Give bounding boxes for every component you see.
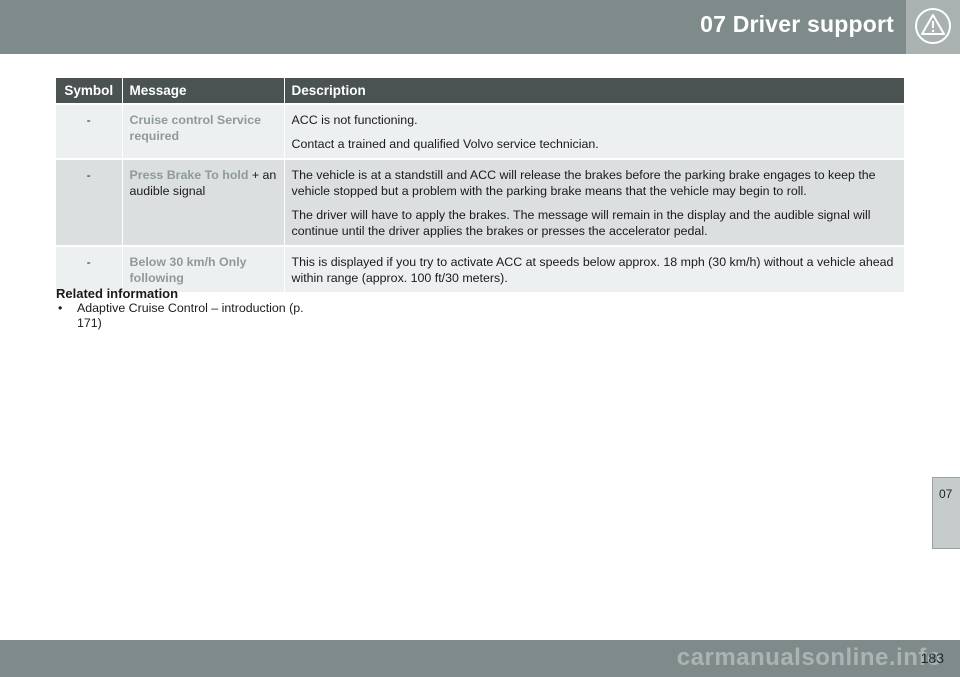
header-message: Message bbox=[122, 78, 285, 104]
symbol-cell: - bbox=[56, 103, 123, 159]
description-cell: ACC is not functioning. Contact a traine… bbox=[284, 103, 904, 159]
bullet-icon: • bbox=[58, 301, 63, 315]
message-cell: Cruise control Service required bbox=[122, 103, 285, 159]
description-cell: The vehicle is at a standstill and ACC w… bbox=[284, 158, 904, 246]
page-header: 07 Driver support bbox=[0, 0, 960, 54]
page-number: 183 bbox=[920, 650, 944, 666]
related-link-text[interactable]: Adaptive Cruise Control – introduction (… bbox=[77, 301, 304, 330]
description-paragraph: The driver will have to apply the brakes… bbox=[291, 208, 871, 238]
warning-triangle-icon bbox=[915, 8, 951, 44]
chapter-side-tab: 07 bbox=[932, 477, 960, 549]
header-icon-box bbox=[906, 0, 960, 54]
chapter-tab-label: 07 bbox=[939, 487, 953, 501]
table-row: - Press Brake To hold + an audible signa… bbox=[56, 158, 904, 246]
related-information: Related information • Adaptive Cruise Co… bbox=[56, 286, 316, 331]
message-cell: Press Brake To hold + an audible signal bbox=[122, 158, 285, 246]
description-paragraph: Contact a trained and qualified Volvo se… bbox=[291, 137, 599, 151]
description-paragraph: This is displayed if you try to activate… bbox=[291, 255, 894, 285]
page-footer: carmanualsonline.info 183 bbox=[0, 640, 960, 677]
header-description: Description bbox=[284, 78, 904, 104]
table-header-row: Symbol Message Description bbox=[56, 78, 904, 104]
message-highlight: Cruise control Service required bbox=[129, 113, 262, 143]
header-symbol: Symbol bbox=[56, 78, 123, 104]
description-paragraph: The vehicle is at a standstill and ACC w… bbox=[291, 168, 876, 198]
message-highlight: Below 30 km/h Only following bbox=[129, 255, 247, 285]
message-highlight: Press Brake To hold bbox=[129, 168, 249, 182]
related-link[interactable]: • Adaptive Cruise Control – introduction… bbox=[56, 301, 316, 331]
message-table: Symbol Message Description - Cruise cont… bbox=[56, 78, 904, 292]
description-paragraph: ACC is not functioning. bbox=[291, 113, 418, 127]
watermark: carmanualsonline.info bbox=[676, 644, 942, 671]
symbol-cell: - bbox=[56, 158, 123, 246]
chapter-title: 07 Driver support bbox=[700, 11, 894, 37]
table-row: - Cruise control Service required ACC is… bbox=[56, 103, 904, 159]
description-cell: This is displayed if you try to activate… bbox=[284, 245, 904, 292]
related-title: Related information bbox=[56, 286, 179, 301]
